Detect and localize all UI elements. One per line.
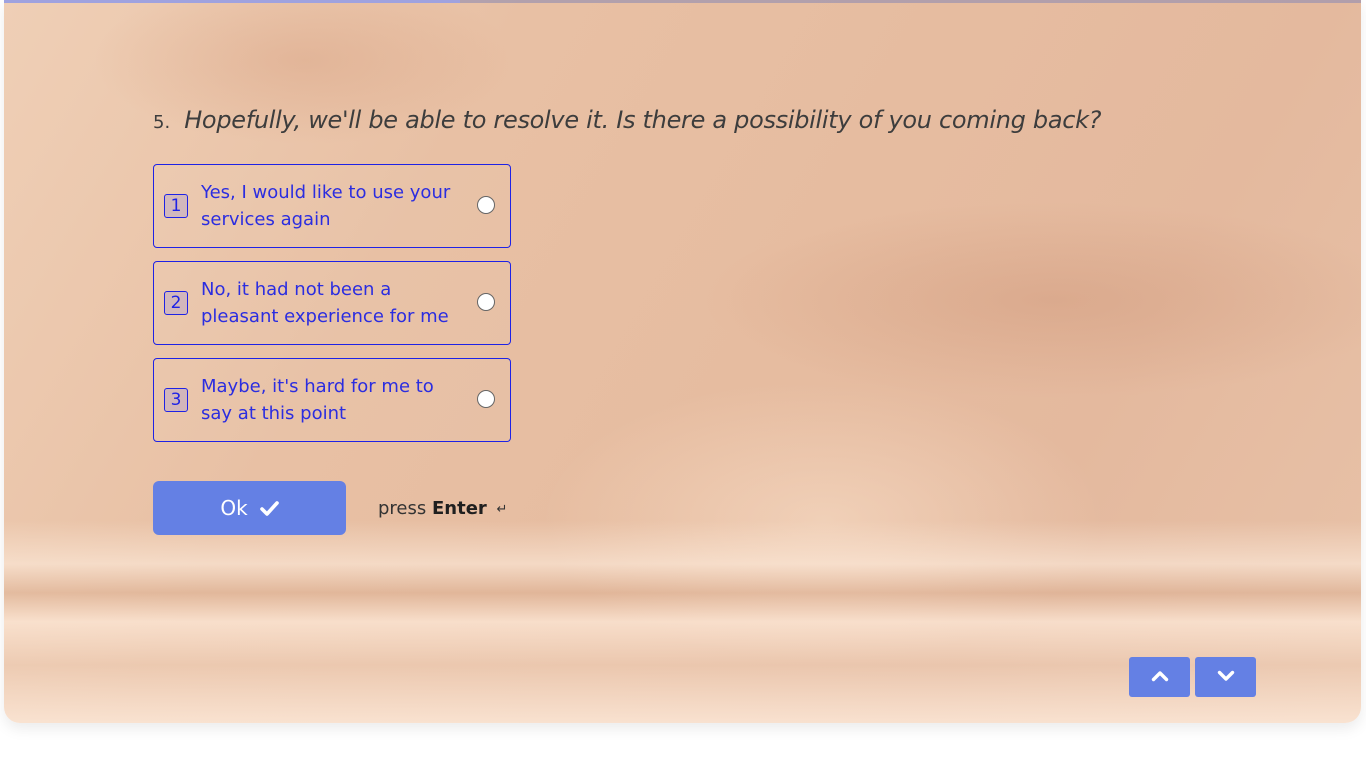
question-navigation — [1129, 657, 1256, 697]
previous-question-button[interactable] — [1129, 657, 1190, 697]
ok-button-label: Ok — [220, 496, 248, 520]
question-number: 5. — [153, 112, 171, 133]
form-card: 5. Hopefully, we'll be able to resolve i… — [4, 0, 1361, 723]
next-question-button[interactable] — [1195, 657, 1256, 697]
option-label: Maybe, it's hard for me to say at this p… — [201, 376, 434, 424]
keyboard-hint: press Enter ↵ — [378, 498, 507, 519]
progress-bar — [4, 0, 1361, 3]
answer-options: 1 Yes, I would like to use your services… — [153, 164, 511, 455]
radio-button[interactable] — [477, 196, 495, 214]
question-heading: 5. Hopefully, we'll be able to resolve i… — [153, 106, 1101, 134]
action-row: Ok press Enter ↵ — [153, 481, 507, 535]
option-label: Yes, I would like to use your services a… — [201, 182, 451, 230]
radio-button[interactable] — [477, 293, 495, 311]
enter-key-icon: ↵ — [496, 501, 508, 517]
option-label: No, it had not been a pleasant experienc… — [201, 279, 449, 327]
hint-key: Enter — [432, 497, 487, 519]
chevron-down-icon — [1217, 670, 1235, 685]
option-maybe[interactable]: 3 Maybe, it's hard for me to say at this… — [153, 358, 511, 442]
radio-button[interactable] — [477, 390, 495, 408]
question-text: Hopefully, we'll be able to resolve it. … — [184, 106, 1102, 134]
option-key-badge: 1 — [164, 194, 188, 218]
checkmark-icon — [259, 500, 279, 516]
chevron-up-icon — [1151, 670, 1169, 685]
hint-prefix: press — [378, 497, 427, 519]
progress-bar-fill — [4, 0, 460, 3]
option-key-badge: 2 — [164, 291, 188, 315]
ok-button[interactable]: Ok — [153, 481, 346, 535]
option-yes[interactable]: 1 Yes, I would like to use your services… — [153, 164, 511, 248]
option-no[interactable]: 2 No, it had not been a pleasant experie… — [153, 261, 511, 345]
option-key-badge: 3 — [164, 388, 188, 412]
